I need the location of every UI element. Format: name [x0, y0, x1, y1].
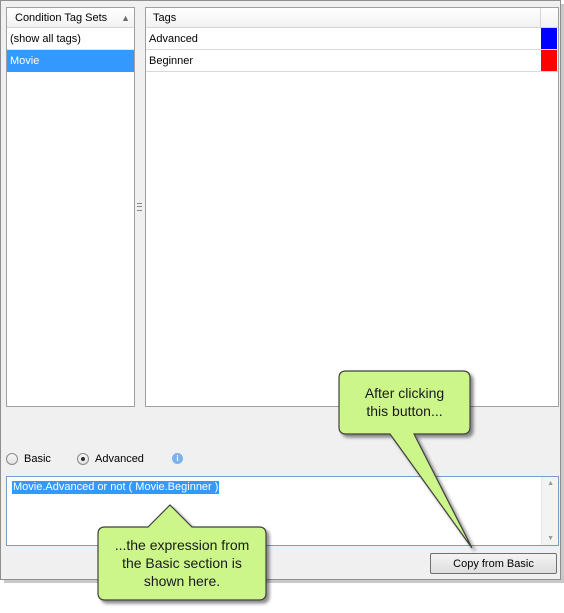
callout-line: ...the expression from [114, 537, 250, 553]
splitter-handle[interactable] [137, 203, 142, 211]
scroll-up-arrow-icon[interactable]: ▲ [547, 480, 554, 487]
basic-radio[interactable] [6, 453, 18, 465]
tag-set-item-label: (show all tags) [10, 33, 81, 45]
expression-textarea[interactable]: Movie.Advanced or not ( Movie.Beginner )… [6, 476, 559, 546]
callout-line: shown here. [143, 573, 221, 589]
tag-row-advanced[interactable]: Advanced [146, 28, 558, 50]
advanced-radio-label[interactable]: Advanced [95, 453, 144, 465]
vertical-scrollbar[interactable]: ▲ ▼ [541, 477, 558, 545]
tag-set-item-show-all[interactable]: (show all tags) [7, 28, 134, 50]
condition-tag-sets-header-label: Condition Tag Sets [15, 12, 108, 24]
condition-tag-sets-header[interactable]: Condition Tag Sets ▲ [7, 8, 134, 28]
expression-text: Movie.Advanced or not ( Movie.Beginner ) [12, 481, 220, 494]
tag-label: Advanced [149, 33, 198, 45]
advanced-radio[interactable] [77, 453, 89, 465]
condition-tag-sets-list[interactable]: Condition Tag Sets ▲ (show all tags) Mov… [6, 7, 135, 407]
copy-from-basic-button[interactable]: Copy from Basic [430, 553, 557, 574]
tag-label: Beginner [149, 55, 194, 67]
tag-color-swatch[interactable] [541, 28, 557, 49]
callout-line: After clicking [364, 385, 445, 401]
tag-set-item-movie[interactable]: Movie [7, 50, 134, 72]
tags-list[interactable]: Tags Advanced Beginner [145, 7, 559, 407]
header-divider [540, 8, 541, 28]
callout-after-clicking-text: After clicking this button... [339, 384, 470, 420]
window-shadow-bottom [4, 580, 564, 583]
tags-header[interactable]: Tags [146, 8, 558, 28]
callout-expression-shown-text: ...the expression from the Basic section… [98, 536, 266, 590]
scroll-down-arrow-icon[interactable]: ▼ [547, 535, 554, 542]
callout-line: the Basic section is [122, 555, 242, 571]
tags-header-label: Tags [153, 12, 177, 24]
tag-set-item-label: Movie [10, 55, 40, 67]
callout-line: this button... [366, 403, 443, 419]
tag-color-swatch[interactable] [541, 50, 557, 71]
tag-row-beginner[interactable]: Beginner [146, 50, 558, 72]
sort-ascending-icon[interactable]: ▲ [121, 8, 130, 28]
info-icon[interactable]: i [172, 453, 183, 464]
basic-radio-label[interactable]: Basic [24, 453, 51, 465]
